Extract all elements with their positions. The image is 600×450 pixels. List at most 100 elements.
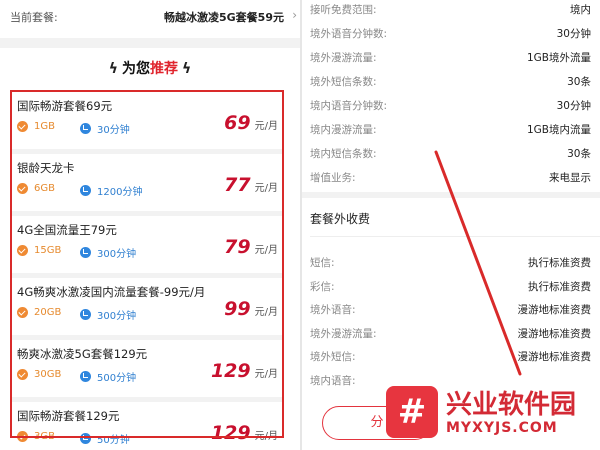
detail-key: 境内短信条数: (310, 148, 377, 160)
plan-item[interactable]: 4G全国流量王79元 15GB 300分钟 79 元/月 (12, 216, 282, 278)
fee-value: 执行标准资费 (528, 257, 591, 269)
current-plan-value: 畅越冰激凌5G套餐59元 (164, 11, 284, 24)
detail-value: 30分钟 (556, 28, 591, 40)
left-pane: 当前套餐: 畅越冰激凌5G套餐59元 › ϟ 为您推荐 ϟ 国际畅游套餐69元 1GB… (0, 0, 300, 450)
detail-key: 境内漫游流量: (310, 124, 377, 136)
detail-key: 境外语音分钟数: (310, 28, 388, 40)
divider (310, 236, 600, 237)
plan-voice-value: 300分钟 (97, 249, 137, 260)
detail-row: 境外短信条数: 30条 (302, 70, 600, 94)
plan-data-value: 15GB (34, 245, 62, 256)
check-circle-icon (17, 431, 28, 442)
recommend-title-prefix: 为您 (122, 61, 150, 77)
plan-price-number: 99 (224, 298, 251, 320)
check-circle-icon (17, 369, 28, 380)
plan-name: 畅爽冰激凌5G套餐129元 (17, 347, 148, 361)
fee-row: 境外短信: 漫游地标准资费 (302, 345, 600, 367)
lightning-icon: ϟ (108, 61, 118, 77)
bottom-action-button[interactable]: 分 (322, 406, 432, 440)
fee-row: 短信: 执行标准资费 (302, 251, 600, 273)
plan-item[interactable]: 国际畅游套餐69元 1GB 30分钟 69 元/月 (12, 92, 282, 154)
plan-voice-chip: 300分钟 (80, 245, 136, 260)
lightning-icon: ϟ (182, 61, 192, 77)
recommend-title: ϟ 为您推荐 ϟ (0, 58, 300, 78)
plan-voice-chip: 300分钟 (80, 307, 136, 322)
plan-price-unit: 元/月 (254, 369, 278, 380)
plan-price-number: 129 (210, 422, 251, 444)
plan-item[interactable]: 银龄天龙卡 6GB 1200分钟 77 元/月 (12, 154, 282, 216)
plan-name: 国际畅游套餐129元 (17, 409, 120, 423)
plan-price-unit: 元/月 (254, 245, 278, 256)
plan-data-chip: 1GB (17, 121, 55, 132)
recommend-title-highlight: 推荐 (150, 61, 178, 77)
phone-circle-icon (80, 433, 91, 444)
detail-key: 境内语音分钟数: (310, 100, 388, 112)
plan-data-chip: 15GB (17, 245, 61, 256)
detail-value: 30条 (567, 76, 591, 88)
detail-row: 境内漫游流量: 1GB境内流量 (302, 118, 600, 142)
detail-key: 增值业务: (310, 172, 356, 184)
phone-circle-icon (80, 185, 91, 196)
plan-data-value: 6GB (34, 183, 55, 194)
plan-price-unit: 元/月 (254, 183, 278, 194)
check-circle-icon (17, 183, 28, 194)
plan-price: 129 元/月 (211, 422, 278, 444)
detail-key: 境外漫游流量: (310, 52, 377, 64)
plan-data-chip: 30GB (17, 369, 61, 380)
phone-circle-icon (80, 123, 91, 134)
detail-value: 来电显示 (549, 172, 591, 184)
plan-price: 129 元/月 (211, 360, 278, 382)
plan-data-chip: 6GB (17, 183, 55, 194)
extra-fee-title: 套餐外收费 (310, 212, 371, 226)
detail-row: 境外语音分钟数: 30分钟 (302, 22, 600, 46)
plan-price-number: 77 (224, 174, 251, 196)
plan-item[interactable]: 畅爽冰激凌5G套餐129元 30GB 500分钟 129 元/月 (12, 340, 282, 402)
plan-price-number: 129 (210, 360, 251, 382)
fee-row: 境内语音: (302, 369, 600, 391)
detail-key: 接听免费范围: (310, 4, 377, 16)
fee-key: 境外语音: (310, 304, 356, 316)
plan-price: 99 元/月 (224, 298, 278, 320)
fee-key: 短信: (310, 257, 335, 269)
plan-data-value: 1GB (34, 121, 55, 132)
plan-price-number: 79 (224, 236, 251, 258)
plan-item[interactable]: 4G畅爽冰激凌国内流量套餐-99元/月 20GB 300分钟 99 元/月 (12, 278, 282, 340)
detail-value: 境内 (570, 4, 591, 16)
plan-price: 77 元/月 (224, 174, 278, 196)
detail-value: 1GB境内流量 (526, 124, 591, 136)
plan-price-unit: 元/月 (254, 431, 278, 442)
phone-circle-icon (80, 309, 91, 320)
right-pane: 接听免费范围: 境内 境外语音分钟数: 30分钟 境外漫游流量: 1GB境外流量 境外短信条… (302, 0, 600, 450)
plan-voice-chip: 1200分钟 (80, 183, 142, 198)
fee-value: 漫游地标准资费 (517, 351, 592, 363)
detail-row: 境内语音分钟数: 30分钟 (302, 94, 600, 118)
detail-row: 境外漫游流量: 1GB境外流量 (302, 46, 600, 70)
plan-price-unit: 元/月 (254, 307, 278, 318)
plan-price-number: 69 (224, 112, 251, 134)
plan-name: 4G全国流量王79元 (17, 223, 117, 237)
phone-circle-icon (80, 371, 91, 382)
fee-value: 执行标准资费 (528, 280, 591, 293)
detail-key: 境外短信条数: (310, 76, 377, 88)
plan-voice-value: 50分钟 (97, 435, 130, 446)
fee-row: 彩信: 执行标准资费 (302, 275, 600, 297)
current-plan-row[interactable]: 当前套餐: 畅越冰激凌5G套餐59元 › (0, 0, 300, 38)
current-plan-label: 当前套餐: (10, 11, 58, 24)
detail-row: 境内短信条数: 30条 (302, 142, 600, 166)
detail-value: 1GB境外流量 (526, 52, 591, 64)
plan-price: 69 元/月 (224, 112, 278, 134)
detail-value: 30分钟 (556, 100, 591, 112)
plan-voice-chip: 50分钟 (80, 431, 130, 446)
fee-key: 境内语音: (310, 374, 356, 387)
plan-voice-value: 500分钟 (97, 373, 137, 384)
plan-name: 4G畅爽冰激凌国内流量套餐-99元/月 (17, 285, 206, 299)
plan-item[interactable]: 国际畅游套餐129元 3GB 50分钟 129 元/月 (12, 402, 282, 450)
plan-price: 79 元/月 (224, 236, 278, 258)
plan-data-value: 30GB (34, 369, 62, 380)
plan-data-value: 20GB (34, 307, 62, 318)
fee-row: 境外漫游流量: 漫游地标准资费 (302, 322, 600, 344)
detail-row: 增值业务: 来电显示 (302, 166, 600, 190)
detail-row: 接听免费范围: 境内 (302, 0, 600, 22)
plan-data-chip: 20GB (17, 307, 61, 318)
plan-voice-value: 30分钟 (97, 125, 130, 136)
